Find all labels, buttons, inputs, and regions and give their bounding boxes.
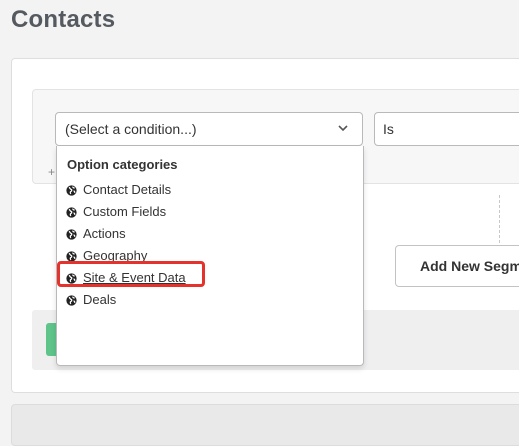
dropdown-item[interactable]: Actions [66, 223, 186, 245]
globe-icon [66, 228, 77, 240]
lower-card [11, 404, 519, 446]
dropdown-header: Option categories [67, 157, 178, 172]
globe-icon [66, 250, 77, 262]
dropdown-item[interactable]: Deals [66, 289, 186, 311]
globe-icon [66, 294, 77, 306]
condition-dropdown: Option categories Contact Details Custom … [56, 146, 364, 366]
dropdown-item-label: Contact Details [83, 182, 172, 197]
globe-icon [66, 206, 77, 218]
dropdown-item[interactable]: Contact Details [66, 179, 186, 201]
dropdown-item-label: Deals [83, 292, 117, 307]
globe-icon [66, 184, 77, 196]
operator-select[interactable]: Is [374, 112, 519, 146]
dropdown-item-label: Actions [83, 226, 126, 241]
page-title: Contacts [11, 6, 116, 33]
dropdown-item[interactable]: Custom Fields [66, 201, 186, 223]
connector-line [499, 195, 500, 243]
dropdown-item-label: Custom Fields [83, 204, 167, 219]
condition-select[interactable]: (Select a condition...) [55, 112, 363, 146]
add-new-segment-button[interactable]: Add New Segme [395, 245, 519, 287]
chevron-down-icon [338, 125, 348, 132]
add-condition-mark[interactable]: + [48, 165, 55, 179]
dropdown-list: Contact Details Custom Fields Actions Geogr… [66, 179, 186, 311]
operator-select-value: Is [383, 121, 394, 137]
highlight-annotation [57, 261, 205, 287]
condition-select-value: (Select a condition...) [65, 121, 197, 137]
